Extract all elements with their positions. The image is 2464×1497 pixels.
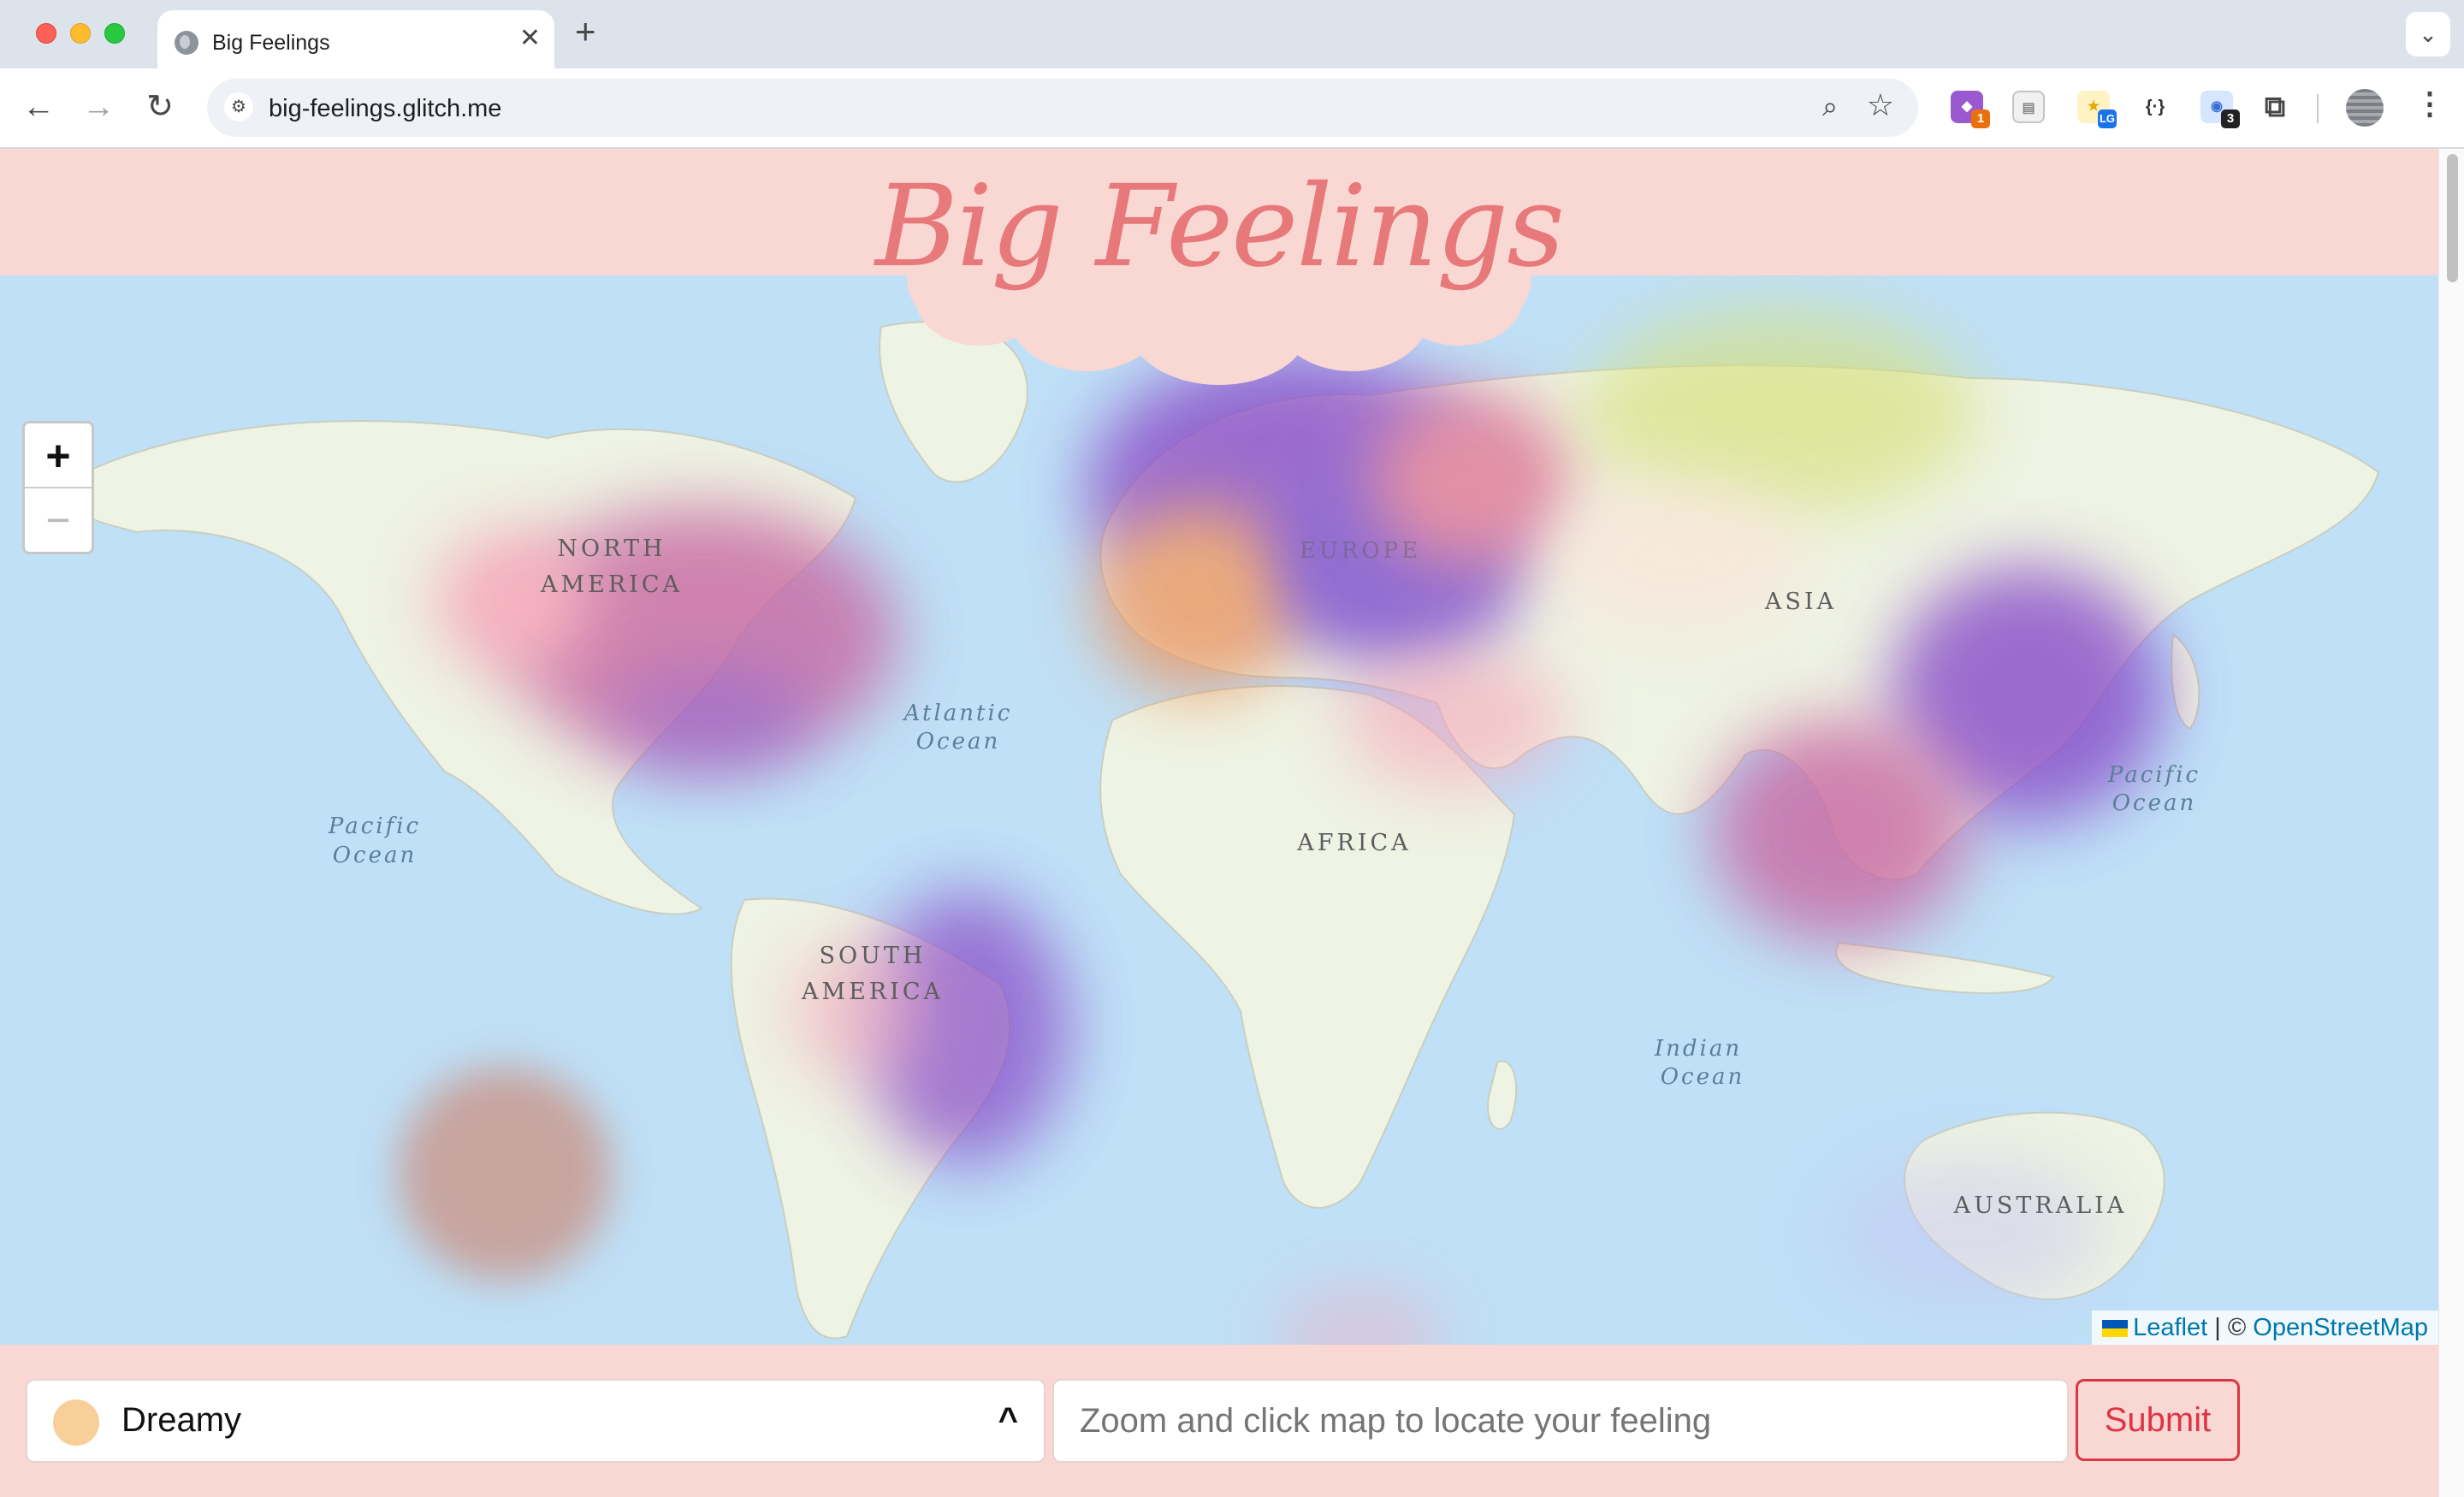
ukraine-flag-icon (2102, 1320, 2129, 1338)
extension-puzzle-purple-icon[interactable]: ◆ 1 (1951, 91, 1990, 128)
openstreetmap-link[interactable]: OpenStreetMap (2253, 1314, 2428, 1341)
map-label-pacific-east: Pacific (2107, 762, 2200, 788)
leaflet-link[interactable]: Leaflet (2133, 1314, 2207, 1341)
window-minimize-button[interactable] (70, 23, 91, 44)
page-title: Big Feelings (875, 161, 1565, 293)
map-tiles[interactable]: NORTH AMERICA SOUTH AMERICA EUROPE ASIA … (0, 275, 2438, 1345)
extension-document-icon[interactable]: ▤ (2012, 91, 2045, 123)
extensions-puzzle-icon[interactable]: ⧉ (2259, 91, 2291, 123)
extension-blue-icon[interactable]: ◉ 3 (2200, 91, 2240, 128)
map-label-europe: EUROPE (1300, 538, 1421, 564)
zoom-in-button[interactable]: + (25, 423, 92, 488)
chevron-up-icon: ^ (998, 1401, 1018, 1439)
extension-lighthouse-icon[interactable]: ★ LG (2077, 91, 2117, 128)
feeling-form: Dreamy ^ Submit (0, 1345, 2438, 1497)
map-label-south-america: AMERICA (801, 979, 944, 1005)
zoom-out-button[interactable]: − (25, 488, 92, 552)
browser-toolbar: ← → ↻ ⚙ big-feelings.glitch.me ⌕ ☆ ◆ 1 ▤ … (0, 68, 2464, 149)
map-label-africa: AFRICA (1296, 830, 1411, 856)
mood-selected-value: Dreamy (121, 1401, 242, 1439)
mood-select[interactable]: Dreamy ^ (26, 1379, 1045, 1463)
browser-tab[interactable]: Big Feelings ✕ (157, 10, 554, 68)
extension-badge: LG (2098, 109, 2117, 128)
forward-button[interactable]: → (77, 86, 120, 128)
bookmark-star-icon[interactable]: ☆ (1867, 87, 1894, 123)
map-label-australia: AUSTRALIA (1953, 1192, 2128, 1219)
close-icon[interactable]: ✕ (519, 26, 541, 51)
map-attribution: Leaflet | © OpenStreetMap (2092, 1311, 2438, 1345)
map-label-pacific-west: Pacific (328, 814, 421, 839)
map-label-atlantic: Atlantic (903, 701, 1013, 726)
address-bar[interactable]: ⚙ big-feelings.glitch.me ⌕ ☆ (207, 79, 1918, 137)
submit-button[interactable]: Submit (2076, 1379, 2240, 1461)
map-label-north-america: AMERICA (540, 571, 683, 598)
new-tab-button[interactable]: + (575, 14, 596, 50)
map-label-pacific-east: Ocean (2112, 790, 2197, 816)
window-zoom-button[interactable] (104, 23, 125, 44)
page-scrollbar[interactable] (2438, 149, 2464, 1497)
back-button[interactable]: ← (17, 86, 60, 128)
mood-color-swatch (53, 1399, 99, 1446)
map-label-indian: Indian (1654, 1036, 1742, 1062)
profile-avatar[interactable] (2346, 89, 2384, 127)
map-label-south-america: SOUTH (820, 943, 927, 969)
location-input[interactable] (1052, 1379, 2069, 1463)
reload-button[interactable]: ↻ (139, 86, 181, 128)
site-info-icon[interactable]: ⚙ (224, 92, 253, 121)
browser-tab-strip: Big Feelings ✕ + ⌄ (0, 0, 2464, 68)
tab-title: Big Feelings (212, 31, 330, 55)
extension-badge: 1 (1971, 109, 1990, 128)
tab-search-button[interactable]: ⌄ (2406, 12, 2450, 56)
extension-badge: 3 (2221, 109, 2240, 128)
globe-icon (175, 31, 198, 55)
url-text[interactable]: big-feelings.glitch.me (269, 95, 501, 123)
attribution-separator: | © (2214, 1314, 2247, 1341)
map-label-north-america: NORTH (557, 535, 666, 562)
zoom-icon[interactable]: ⌕ (1822, 91, 1838, 123)
browser-menu-icon[interactable]: ⋮ (2414, 86, 2445, 121)
map-zoom-control: + − (22, 421, 94, 554)
scrollbar-thumb[interactable] (2447, 154, 2458, 282)
extension-json-icon[interactable]: {·} (2139, 91, 2171, 123)
window-close-button[interactable] (36, 23, 56, 44)
map-label-indian: Ocean (1661, 1064, 1745, 1090)
map-label-pacific-west: Ocean (333, 843, 418, 868)
toolbar-divider (2317, 94, 2319, 123)
page-body: NORTH AMERICA SOUTH AMERICA EUROPE ASIA … (0, 149, 2438, 1497)
feelings-map[interactable]: NORTH AMERICA SOUTH AMERICA EUROPE ASIA … (0, 275, 2438, 1345)
map-label-asia: ASIA (1764, 589, 1837, 615)
map-label-atlantic: Ocean (916, 729, 1001, 754)
